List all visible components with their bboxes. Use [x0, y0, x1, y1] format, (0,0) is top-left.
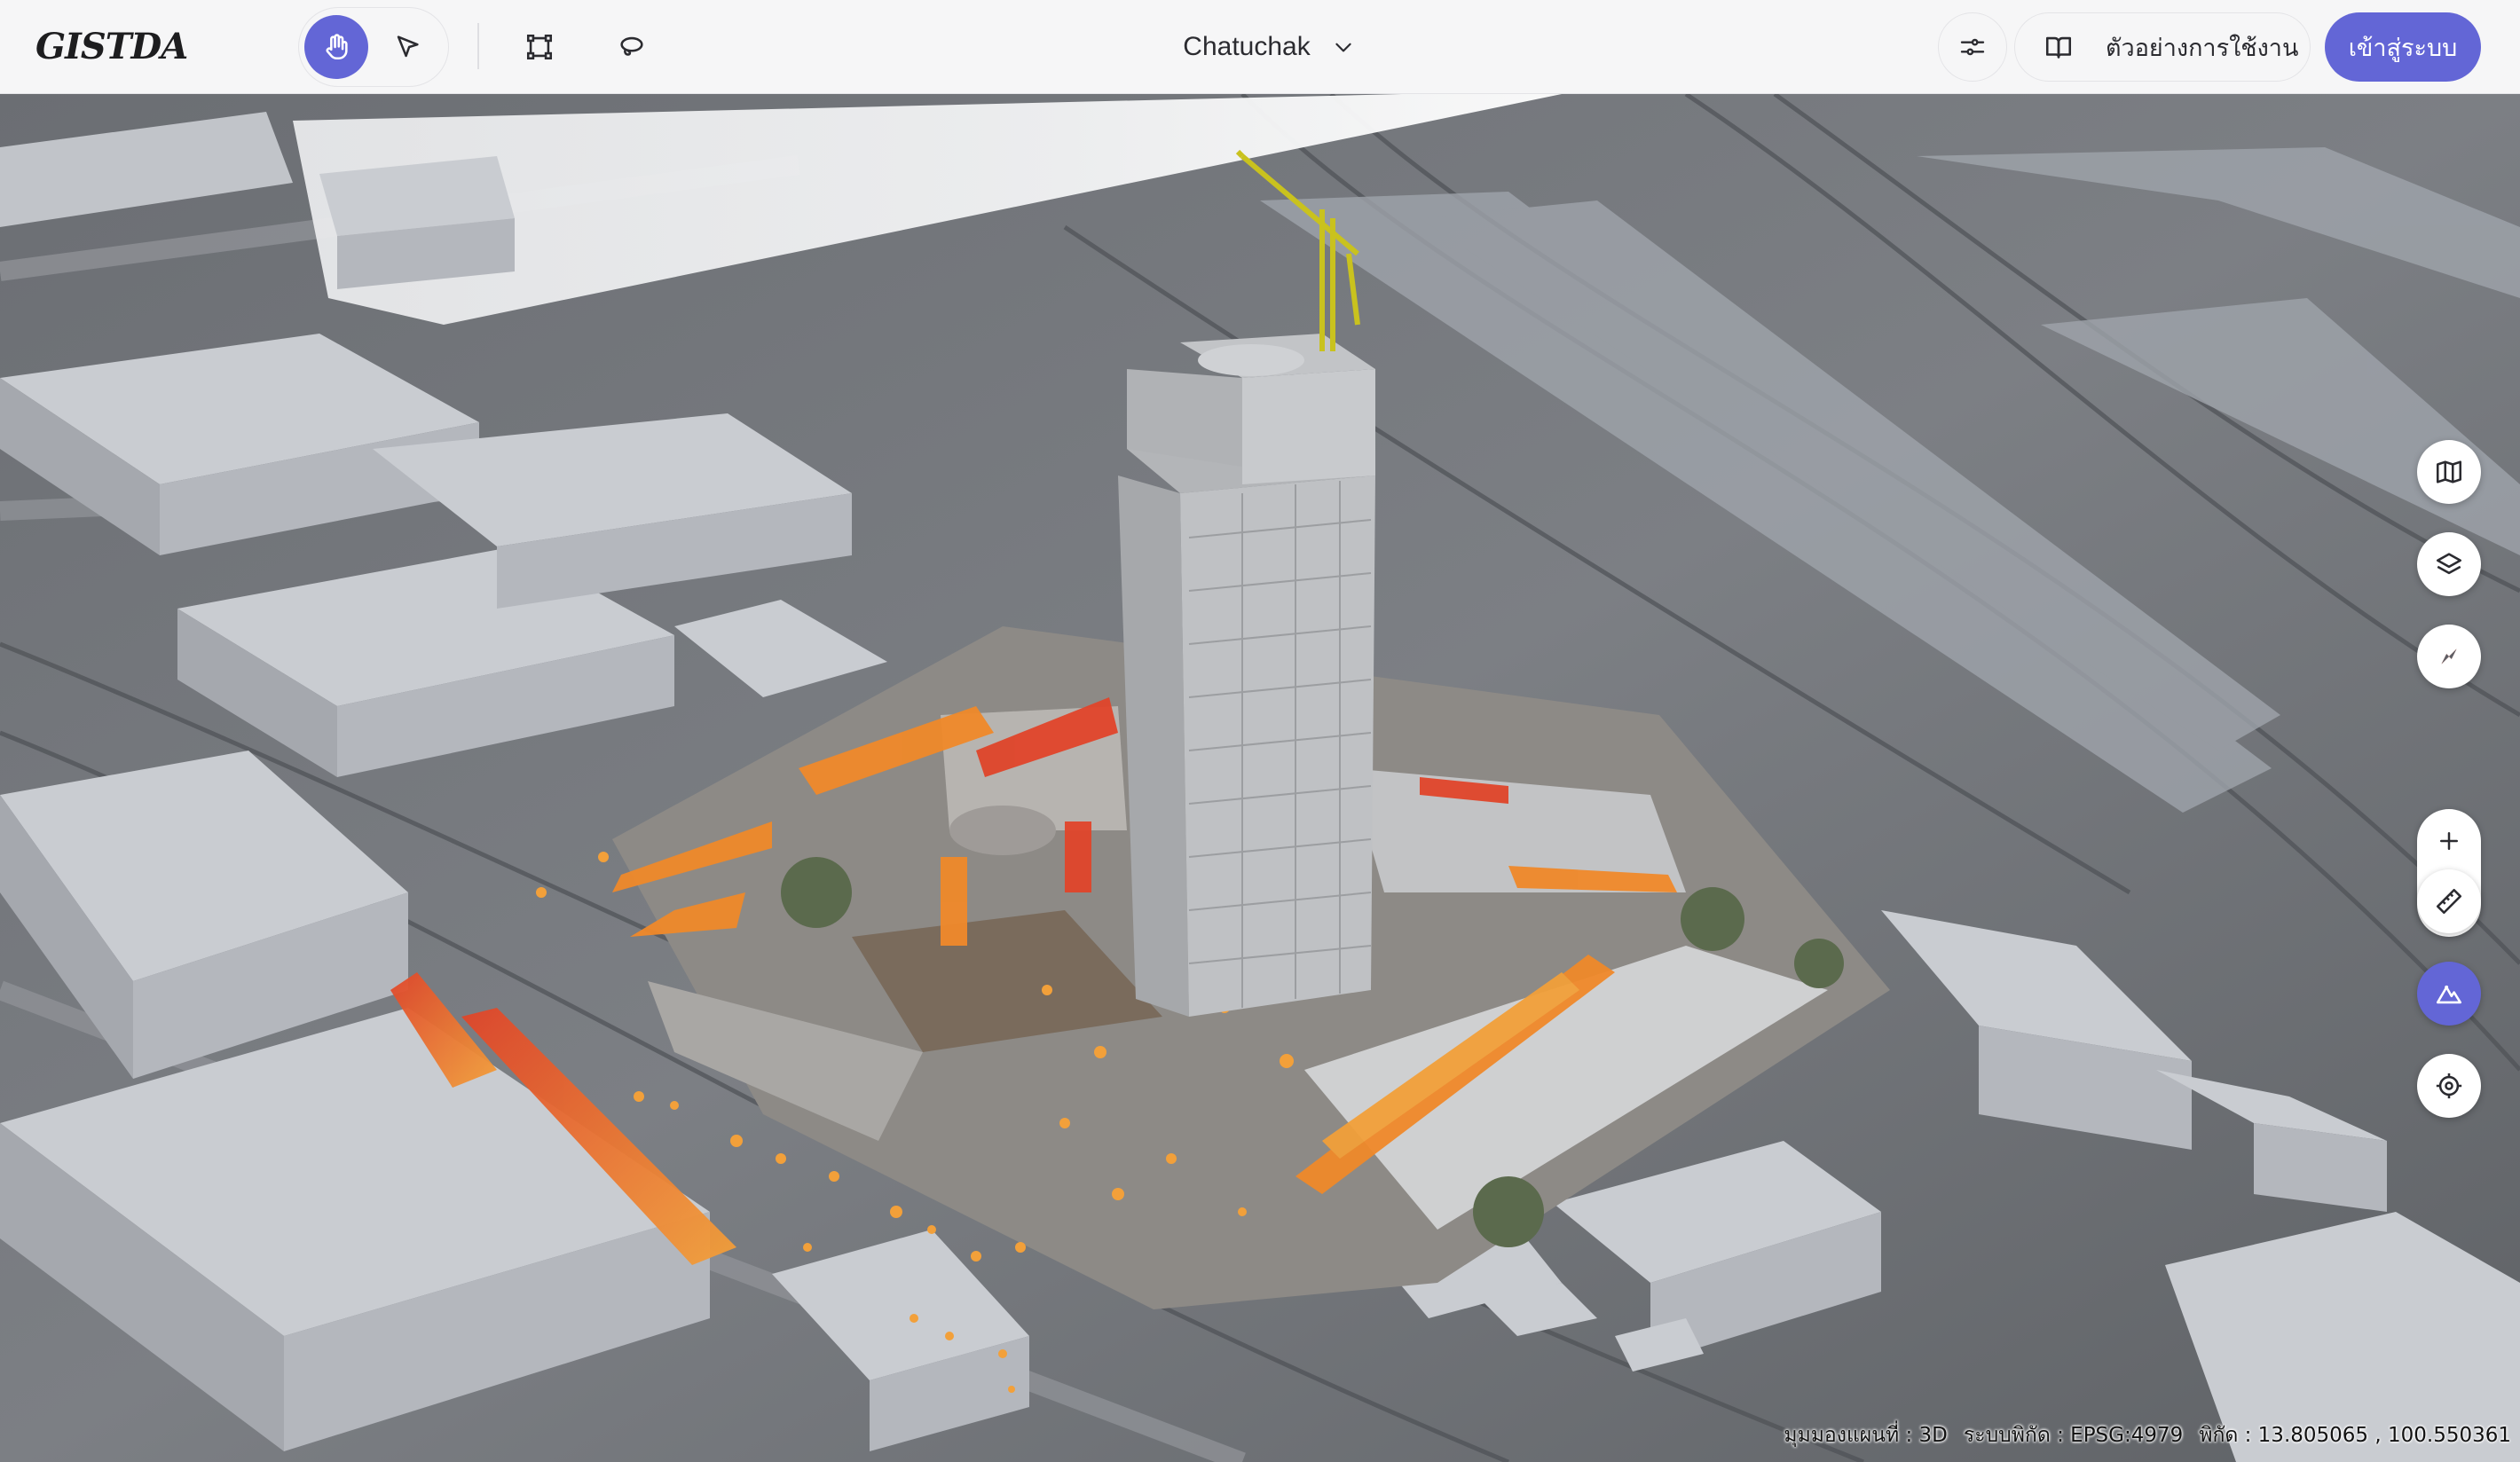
- gistda-logo[interactable]: GISTDA: [35, 16, 188, 78]
- top-bar: GISTDA Chatuchak ตัวอย่างการใช้งาน เข้าส…: [0, 0, 2520, 94]
- map-3d-viewport[interactable]: มุมมองแผนที่ : 3D ระบบพิกัด : EPSG:4979 …: [0, 94, 2520, 1462]
- crs-text: ระบบพิกัด : EPSG:4979: [1963, 1424, 2184, 1447]
- location-label: Chatuchak: [1183, 32, 1311, 61]
- lasso-icon: [620, 36, 643, 56]
- terrain-icon: [2436, 985, 2462, 1004]
- ruler-icon: [2436, 888, 2462, 915]
- status-bar: มุมมองแผนที่ : 3D ระบบพิกัด : EPSG:4979 …: [1784, 1418, 2511, 1453]
- compass-icon: [2441, 648, 2457, 664]
- locate-button[interactable]: [2417, 1054, 2481, 1118]
- zoom-in-button[interactable]: [2417, 809, 2481, 873]
- terrain-button[interactable]: [2417, 962, 2481, 1026]
- cursor-arrow-icon: [397, 35, 419, 58]
- map-icon: [2436, 460, 2462, 483]
- layers-button[interactable]: [2417, 532, 2481, 596]
- toolbar-divider: [477, 23, 479, 69]
- usage-guide-button[interactable]: ตัวอย่างการใช้งาน: [2014, 12, 2311, 82]
- usage-guide-label: ตัวอย่างการใช้งาน: [2106, 34, 2299, 62]
- plus-icon: [2440, 832, 2458, 850]
- view-mode-text: มุมมองแผนที่ : 3D: [1784, 1424, 1948, 1447]
- compass-button[interactable]: [2417, 625, 2481, 688]
- polygon-tool-button[interactable]: [508, 15, 571, 79]
- location-dropdown[interactable]: Chatuchak: [1154, 16, 1384, 78]
- coordinates-text: พิกัด : 13.805065 , 100.550361: [2199, 1424, 2511, 1447]
- sliders-icon: [1960, 38, 1985, 56]
- book-open-icon: [2045, 36, 2072, 59]
- tower-building: [1118, 334, 1375, 1017]
- chevron-down-icon: [1335, 43, 1351, 52]
- select-tool-button[interactable]: [375, 15, 439, 79]
- measure-button[interactable]: [2417, 869, 2481, 933]
- polygon-draw-icon: [526, 34, 553, 60]
- hand-icon: [326, 34, 348, 60]
- basemap-button[interactable]: [2417, 440, 2481, 504]
- map-scene: [0, 94, 2520, 1462]
- interaction-tool-group: [298, 7, 449, 87]
- login-button[interactable]: เข้าสู่ระบบ: [2325, 12, 2481, 82]
- lasso-tool-button[interactable]: [600, 15, 664, 79]
- layers-icon: [2436, 553, 2462, 575]
- settings-filter-button[interactable]: [1938, 12, 2007, 82]
- target-icon: [2436, 1073, 2462, 1099]
- pan-tool-button[interactable]: [304, 15, 368, 79]
